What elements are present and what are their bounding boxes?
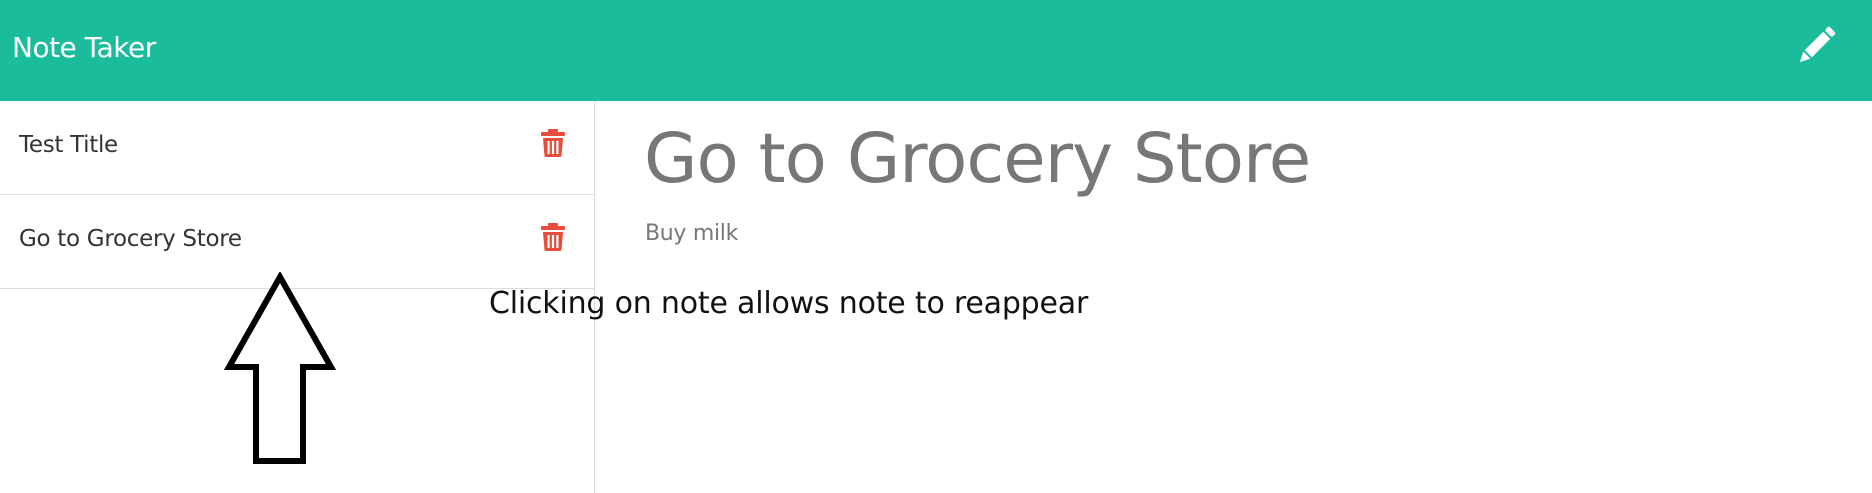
delete-note-button[interactable]	[541, 223, 565, 251]
delete-note-button[interactable]	[541, 129, 565, 157]
brand-title[interactable]: Note Taker	[12, 31, 156, 64]
annotation-caption: Clicking on note allows note to reappear	[489, 286, 1089, 321]
note-list-item-title[interactable]: Go to Grocery Store	[19, 226, 242, 252]
pencil-icon	[1799, 26, 1836, 63]
note-title-display[interactable]: Go to Grocery Store	[644, 119, 1311, 199]
navbar: Note Taker	[0, 0, 1872, 101]
note-list-item-title[interactable]: Test Title	[19, 132, 118, 158]
new-note-button[interactable]	[1790, 24, 1838, 72]
trash-icon	[541, 129, 565, 157]
up-arrow-icon	[224, 272, 336, 464]
note-body-display[interactable]: Buy milk	[645, 221, 738, 246]
note-list-item[interactable]: Test Title	[0, 101, 594, 195]
trash-icon	[541, 223, 565, 251]
